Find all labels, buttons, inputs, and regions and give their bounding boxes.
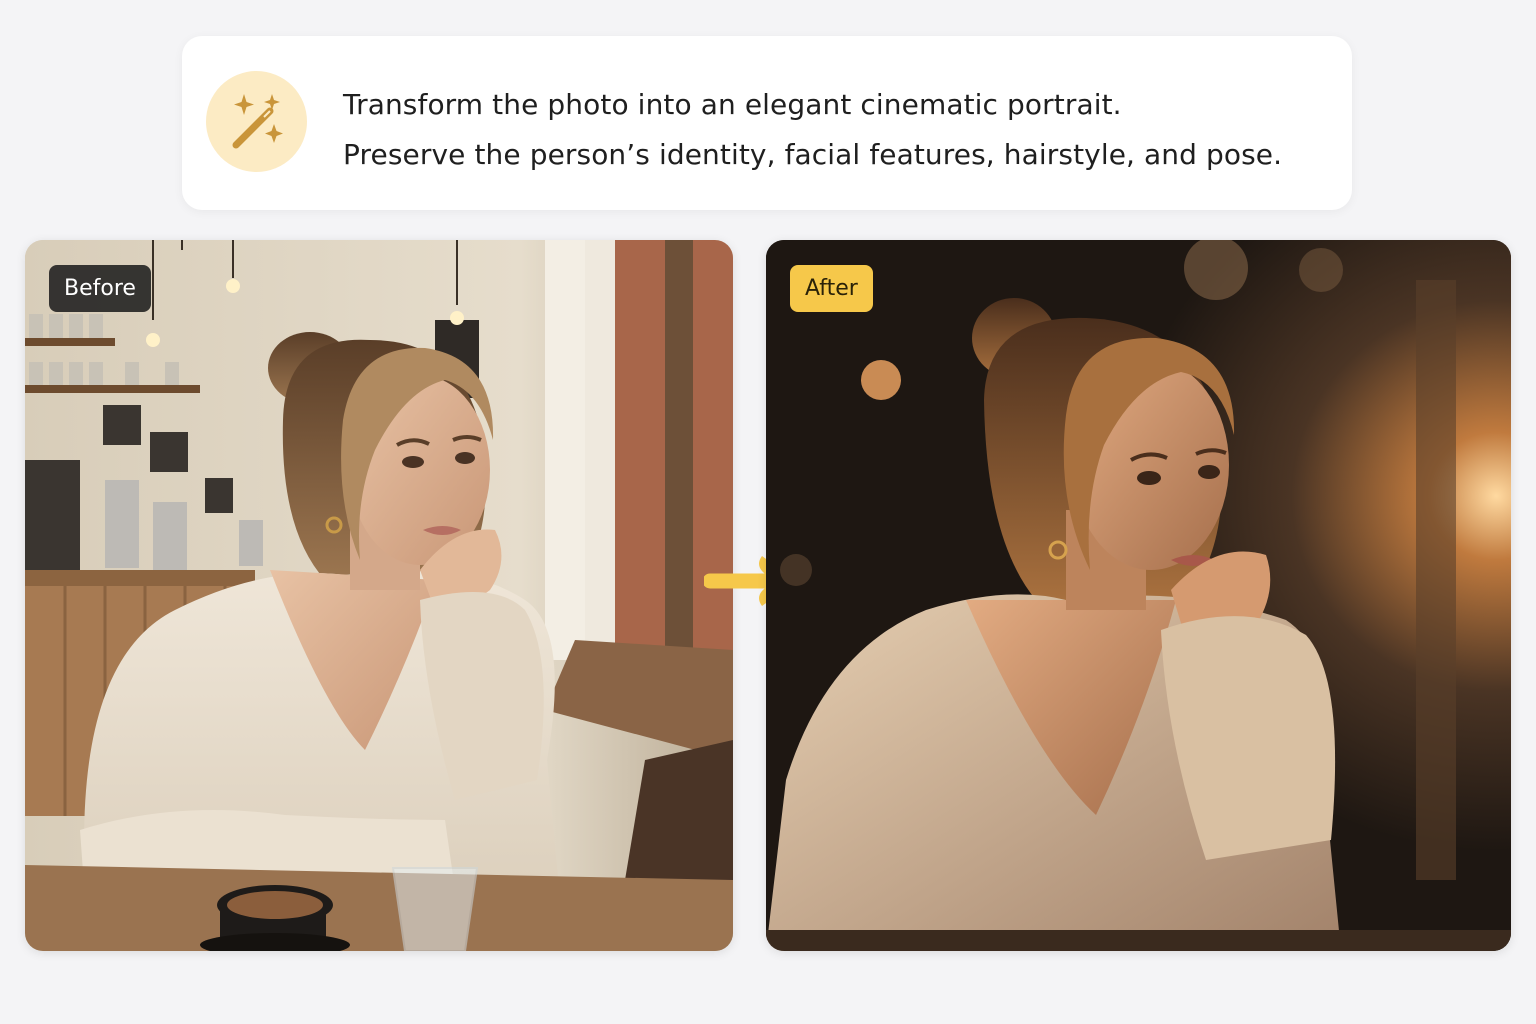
- prompt-text: Transform the photo into an elegant cine…: [343, 80, 1282, 180]
- prompt-card: Transform the photo into an elegant cine…: [182, 36, 1352, 210]
- prompt-line-1: Transform the photo into an elegant cine…: [343, 88, 1122, 121]
- before-photo-image: [25, 240, 733, 951]
- prompt-line-2: Preserve the person’s identity, facial f…: [343, 138, 1283, 171]
- before-badge: Before: [49, 265, 151, 312]
- after-photo-image: [766, 240, 1511, 951]
- before-photo: Before: [25, 240, 733, 951]
- magic-wand-icon: [206, 71, 307, 172]
- after-badge: After: [790, 265, 873, 312]
- after-photo: After: [766, 240, 1511, 951]
